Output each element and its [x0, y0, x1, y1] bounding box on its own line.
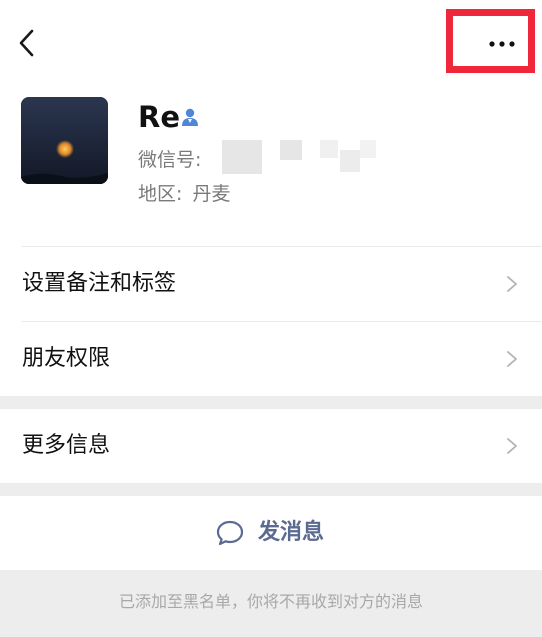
section-gap: [0, 396, 542, 409]
more-horizontal-icon: [489, 41, 515, 47]
chevron-right-icon: [507, 276, 517, 292]
chat-bubble-icon: [216, 520, 244, 546]
send-message-label: 发消息: [258, 520, 325, 545]
region-row: 地区: 丹麦: [138, 179, 230, 206]
profile-header: Re 微信号: 地区: 丹麦: [0, 88, 542, 246]
wechat-id-label: 微信号:: [138, 149, 202, 171]
back-button[interactable]: [12, 26, 44, 60]
send-message-button[interactable]: 发消息: [0, 496, 542, 570]
avatar[interactable]: [21, 97, 108, 184]
blacklist-notice: 已添加至黑名单，你将不再收到对方的消息: [118, 592, 423, 611]
contact-name: Re: [138, 100, 180, 134]
more-options-button[interactable]: [470, 27, 534, 61]
friend-permissions-label: 朋友权限: [22, 346, 111, 371]
blacklist-notice-bar: 已添加至黑名单，你将不再收到对方的消息: [0, 570, 542, 637]
region-value: 丹麦: [192, 183, 231, 205]
avatar-image: [21, 97, 108, 184]
chevron-right-icon: [507, 438, 517, 454]
friend-permissions-row[interactable]: 朋友权限: [0, 322, 542, 396]
set-remark-tags-label: 设置备注和标签: [22, 271, 177, 296]
region-label: 地区:: [138, 183, 183, 205]
chevron-left-icon: [19, 29, 34, 57]
more-info-row[interactable]: 更多信息: [0, 409, 542, 483]
person-badge-icon: [180, 107, 200, 127]
top-bar: [0, 0, 542, 88]
section-gap: [0, 483, 542, 496]
chevron-right-icon: [507, 351, 517, 367]
more-info-label: 更多信息: [22, 433, 111, 458]
set-remark-tags-row[interactable]: 设置备注和标签: [0, 247, 542, 321]
